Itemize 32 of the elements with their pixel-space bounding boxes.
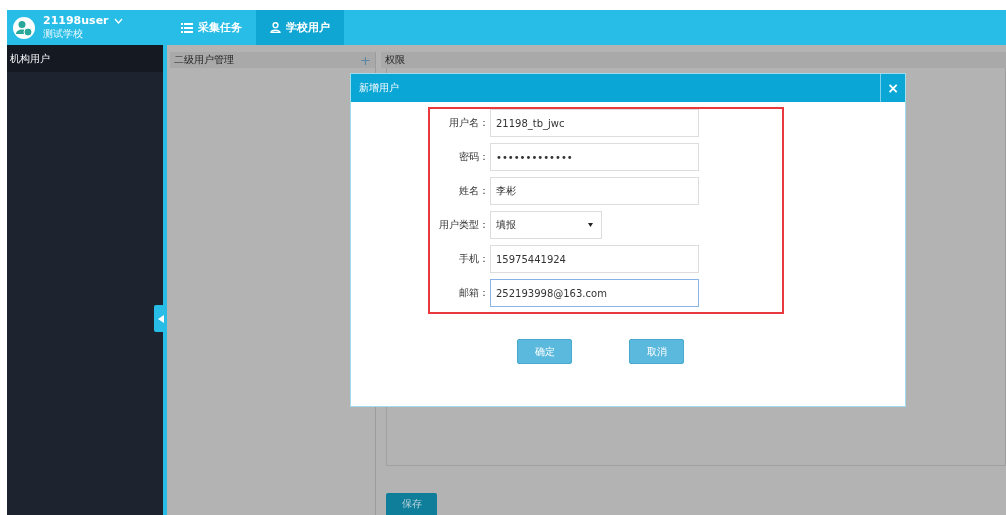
input-field[interactable]: 252193998@163.com: [490, 279, 699, 307]
field-label: 密码：: [458, 150, 489, 164]
close-button[interactable]: ×: [880, 74, 905, 102]
input-field[interactable]: •••••••••••••: [490, 143, 699, 171]
caret-left-icon: [157, 314, 164, 323]
panel-title: 权限: [385, 53, 405, 67]
save-button[interactable]: 保存: [386, 493, 437, 515]
collapse-handle[interactable]: [154, 305, 167, 332]
panel-title: 二级用户管理: [174, 53, 234, 67]
dialog-title: 新增用户: [358, 81, 399, 95]
nav-tab[interactable]: 采集任务: [167, 10, 256, 45]
user-icon: [270, 22, 281, 33]
nav-tab[interactable]: 学校用户: [256, 10, 344, 45]
dropdown-arrow-icon: [588, 223, 593, 227]
school-name: 测试学校: [43, 27, 84, 41]
add-button[interactable]: +: [360, 52, 371, 68]
field-label: 邮箱：: [458, 286, 489, 300]
field-label: 手机：: [458, 252, 489, 266]
sidebar-title: 机构用户: [7, 45, 163, 72]
input-field[interactable]: 李彬: [490, 177, 699, 205]
field-label: 用户类型：: [438, 218, 489, 232]
dialog-button[interactable]: 取消: [629, 339, 684, 364]
input-field[interactable]: 15975441924: [490, 245, 699, 273]
select-field[interactable]: 填报: [490, 211, 602, 239]
avatar-icon[interactable]: [13, 16, 35, 39]
field-label: 用户名：: [448, 116, 489, 130]
dialog-button[interactable]: 确定: [517, 339, 572, 364]
list-icon: [181, 22, 193, 33]
input-field[interactable]: 21198_tb_jwc: [490, 109, 699, 137]
chevron-down-icon[interactable]: [113, 17, 123, 24]
user-name: 21198user: [43, 14, 109, 27]
field-label: 姓名：: [458, 184, 489, 198]
